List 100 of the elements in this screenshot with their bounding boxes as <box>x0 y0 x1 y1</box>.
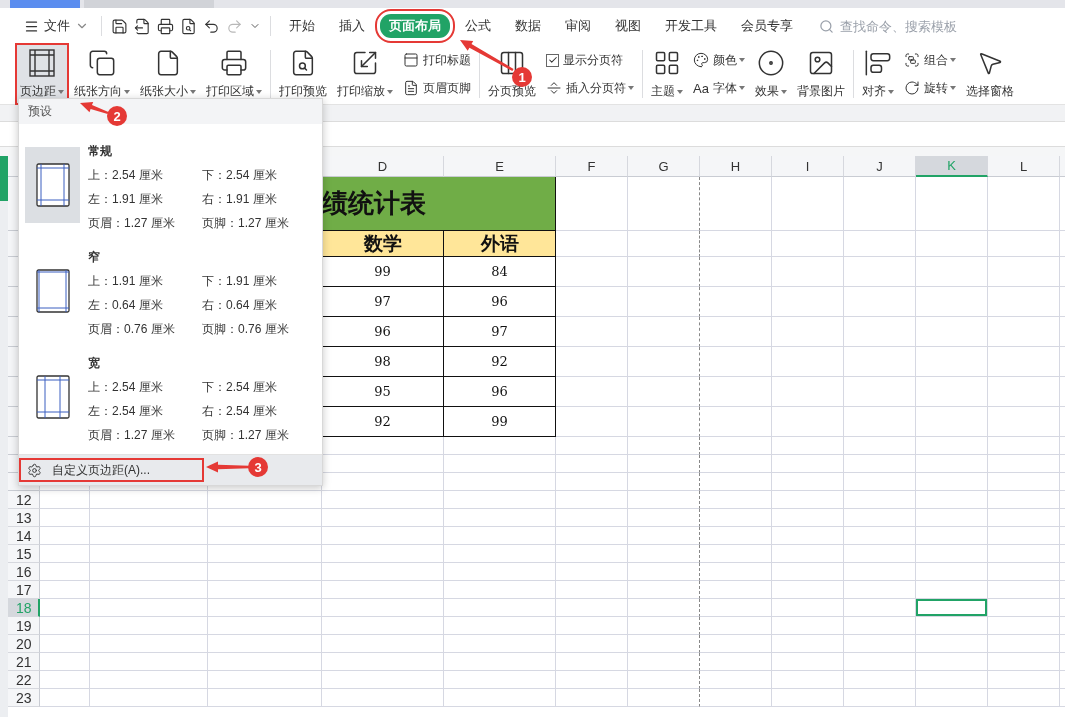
row-header[interactable]: 22 <box>8 671 40 689</box>
column-header[interactable]: L <box>988 156 1060 177</box>
ribbon-button[interactable]: 颜色 <box>690 49 748 71</box>
margin-value: 页眉：1.27 厘米 <box>88 214 176 232</box>
ribbon-button[interactable]: 背景图片 <box>794 45 848 103</box>
ribbon-button[interactable]: 纸张方向 <box>71 45 133 103</box>
margin-value: 左：0.64 厘米 <box>88 296 164 314</box>
margin-value: 右：1.91 厘米 <box>202 190 278 208</box>
page-margins-icon <box>29 49 55 77</box>
ribbon-button[interactable]: 效果 <box>752 45 790 103</box>
ribbon-button[interactable]: 页边距 <box>17 45 67 103</box>
ribbon-button[interactable]: 旋转 <box>901 77 959 99</box>
row-header[interactable]: 16 <box>8 563 40 581</box>
table-cell: 98 <box>322 347 444 377</box>
export-icon <box>134 17 151 35</box>
row-header[interactable]: 21 <box>8 653 40 671</box>
document-icon <box>403 80 419 96</box>
column-header[interactable]: F <box>556 156 628 177</box>
callout-arrow <box>80 101 109 115</box>
group-icon <box>904 52 920 68</box>
caret-icon <box>738 86 745 90</box>
row-header[interactable]: 14 <box>8 527 40 545</box>
margin-preset[interactable]: 窄 上：1.91 厘米 下：1.91 厘米 左：0.64 厘米 右：0.64 厘米 页眉：0.76 厘米 页脚：0.76 厘米 <box>25 245 322 341</box>
ribbon-button[interactable]: 打印区域 <box>203 45 265 103</box>
margin-preset[interactable]: 常规 上：2.54 厘米 下：2.54 厘米 左：1.91 厘米 右：1.91 厘米 页眉：1.27 厘米 页脚：1.27 厘米 <box>25 139 322 235</box>
ribbon-button[interactable]: 主题 <box>648 45 686 103</box>
ribbon-button[interactable]: 插入分页符 <box>543 77 637 99</box>
page-margins-icon <box>35 269 70 313</box>
settings-icon <box>27 462 42 478</box>
search-field[interactable]: 查找命令、搜索模板 <box>819 17 972 35</box>
margin-value: 右：2.54 厘米 <box>202 402 278 420</box>
row-header[interactable]: 15 <box>8 545 40 563</box>
callout-arrow <box>460 40 514 71</box>
row-header[interactable]: 23 <box>8 689 40 707</box>
ribbon-button[interactable]: 打印缩放 <box>334 45 396 103</box>
ribbon-tab[interactable]: 开始 <box>280 14 324 38</box>
ribbon-button[interactable]: 打印预览 <box>276 45 330 103</box>
column-header[interactable]: D <box>322 156 444 177</box>
column-header[interactable]: J <box>844 156 916 177</box>
ribbon-button[interactable]: 打印标题 <box>400 49 474 71</box>
row-header[interactable]: 13 <box>8 509 40 527</box>
table-header-cell: 外语 <box>444 231 556 257</box>
page-margins-icon <box>35 163 70 207</box>
caret-icon <box>739 58 745 62</box>
margin-preset[interactable]: 宽 上：2.54 厘米 下：2.54 厘米 左：2.54 厘米 右：2.54 厘米 页眉：1.27 厘米 页脚：1.27 厘米 <box>25 351 322 447</box>
preset-name: 窄 <box>88 248 101 266</box>
table-cell: 96 <box>444 287 556 317</box>
ribbon-tab[interactable]: 公式 <box>456 14 500 38</box>
preview-icon <box>180 17 197 35</box>
margin-value: 上：2.54 厘米 <box>88 378 164 396</box>
ribbon-button[interactable]: 对齐 <box>859 45 897 103</box>
sheet-title: 绩统计表 <box>322 177 556 231</box>
ribbon-tab[interactable]: 视图 <box>606 14 650 38</box>
ribbon-tab[interactable]: 插入 <box>330 14 374 38</box>
margin-value: 页脚：1.27 厘米 <box>202 214 290 232</box>
row-header[interactable]: 12 <box>8 491 40 509</box>
table-cell: 99 <box>322 257 444 287</box>
selected-cell[interactable] <box>916 599 988 617</box>
ribbon-tab[interactable]: 数据 <box>506 14 550 38</box>
checkbox-box[interactable] <box>546 53 559 67</box>
ribbon-tab[interactable]: 审阅 <box>556 14 600 38</box>
column-header[interactable]: G <box>628 156 700 177</box>
table-cell: 92 <box>322 407 444 437</box>
caret-icon <box>256 89 262 94</box>
ribbon-button[interactable]: Aa 字体 <box>690 77 748 99</box>
ribbon-button[interactable]: 组合 <box>901 49 959 71</box>
margin-value: 下：2.54 厘米 <box>202 166 278 184</box>
ribbon-button[interactable]: 纸张大小 <box>137 45 199 103</box>
caret-icon <box>190 89 196 94</box>
check-icon <box>547 55 558 65</box>
margin-value: 上：2.54 厘米 <box>88 166 164 184</box>
table-header-cell: 数学 <box>322 231 444 257</box>
custom-margins-item[interactable]: 自定义页边距(A)... <box>19 458 204 482</box>
checkbox[interactable]: 显示分页符 <box>543 49 637 71</box>
column-header[interactable]: I <box>772 156 844 177</box>
separator-icon <box>546 80 562 96</box>
ribbon-button[interactable]: 页眉页脚 <box>400 77 474 99</box>
caret-icon <box>950 86 956 90</box>
margin-value: 左：1.91 厘米 <box>88 190 164 208</box>
row-header[interactable]: 17 <box>8 581 40 599</box>
caret-icon <box>888 89 894 94</box>
printer-icon <box>157 17 174 35</box>
column-header[interactable]: E <box>444 156 556 177</box>
search-icon <box>819 18 834 34</box>
margin-value: 页眉：0.76 厘米 <box>88 320 176 338</box>
table-cell: 96 <box>444 377 556 407</box>
margin-value: 页脚：1.27 厘米 <box>202 426 290 444</box>
table-cell: 92 <box>444 347 556 377</box>
side-marker <box>0 156 8 201</box>
margin-value: 页眉：1.27 厘米 <box>88 426 176 444</box>
file-menu[interactable]: 文件 <box>18 13 95 39</box>
row-header[interactable]: 20 <box>8 635 40 653</box>
ribbon-tab[interactable]: 会员专享 <box>732 14 802 38</box>
menu-icon <box>24 18 39 34</box>
column-header[interactable]: H <box>700 156 772 177</box>
row-header[interactable]: 19 <box>8 617 40 635</box>
ribbon-tab[interactable]: 开发工具 <box>656 14 726 38</box>
ribbon-button[interactable]: 选择窗格 <box>963 45 1017 103</box>
page-margins-icon <box>35 375 70 419</box>
caret-icon <box>677 89 683 94</box>
